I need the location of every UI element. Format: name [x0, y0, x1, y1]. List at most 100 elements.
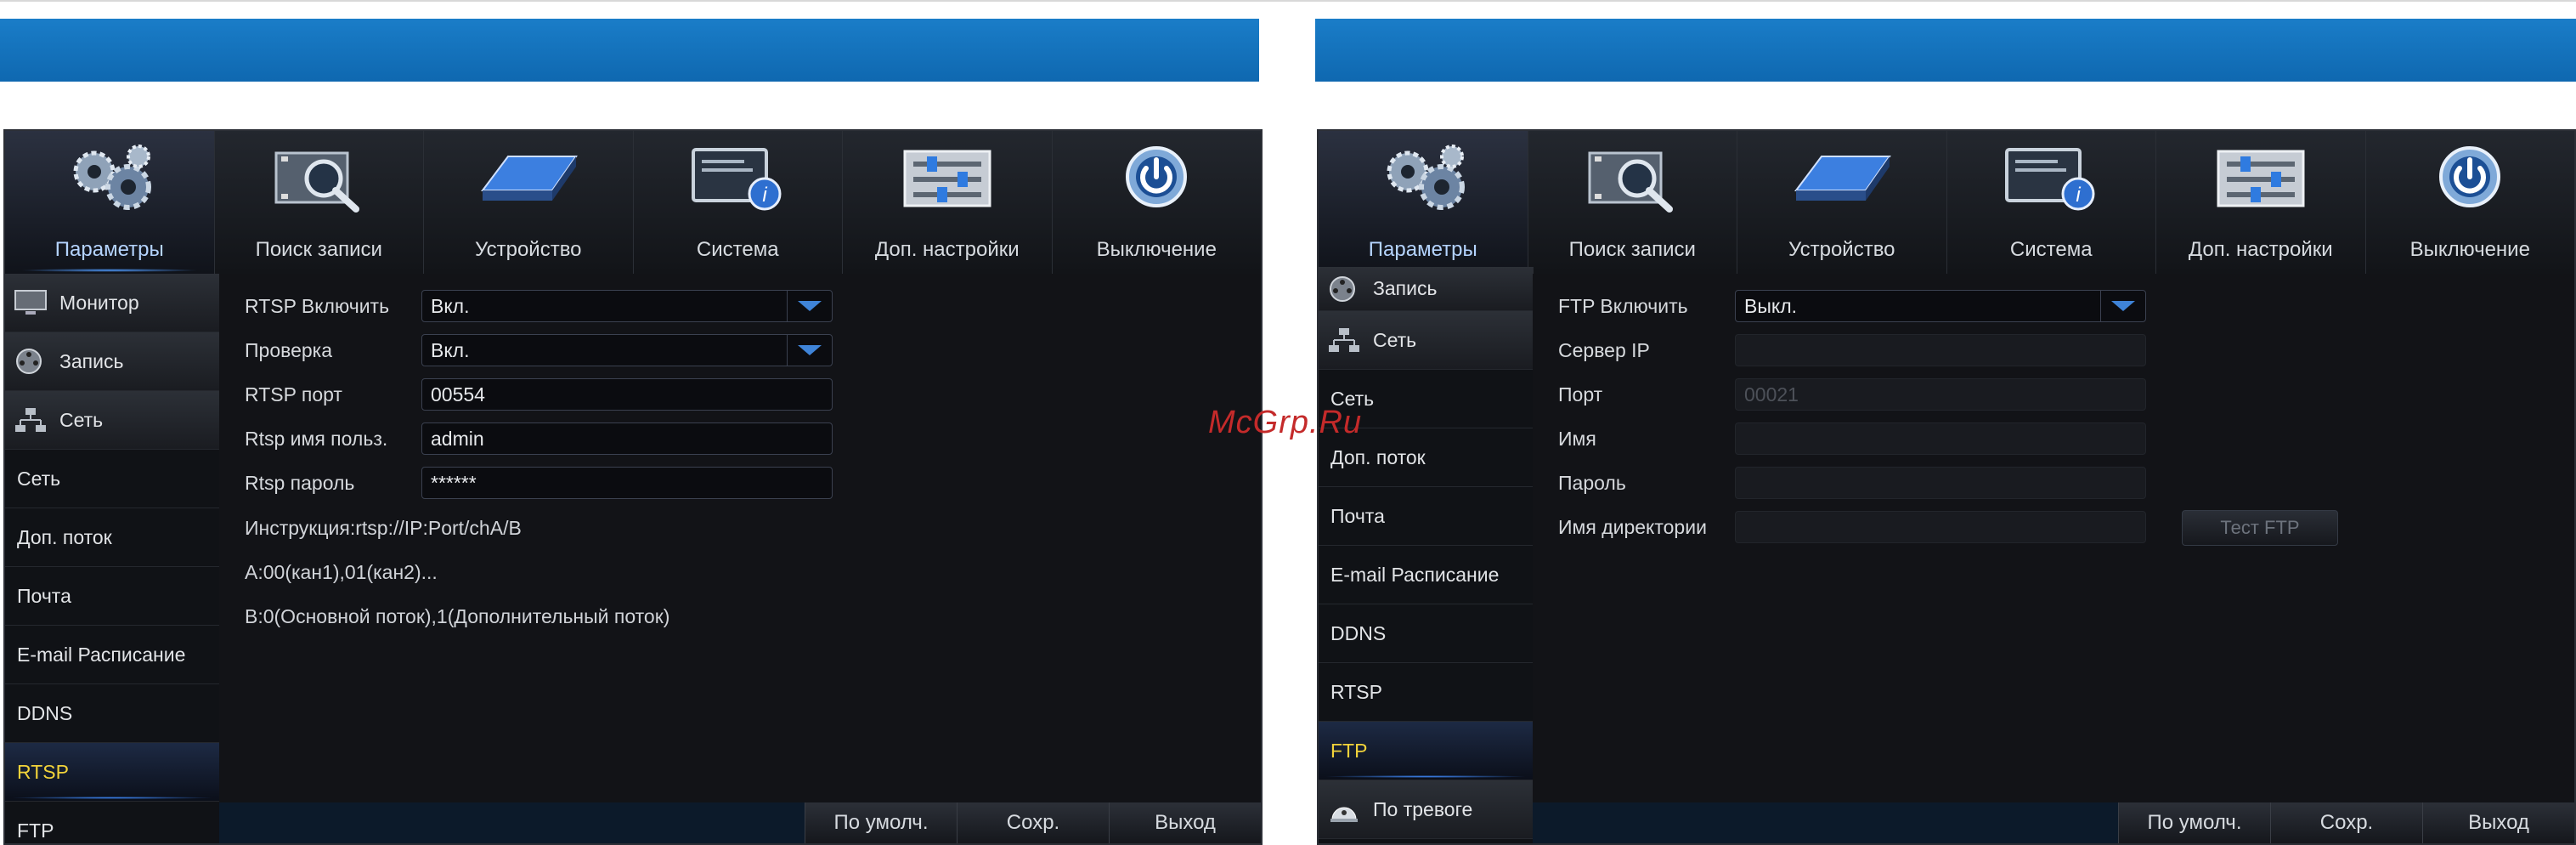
sidebar-item-ddns[interactable]: DDNS	[1319, 604, 1533, 663]
exit-button[interactable]: Выход	[2422, 802, 2574, 843]
ftp-password-field[interactable]	[1735, 467, 2146, 499]
exit-button[interactable]: Выход	[1109, 802, 1261, 843]
network-icon	[1329, 328, 1359, 352]
rtsp-port-row: RTSP порт 00554	[245, 377, 833, 411]
action-bar: По умолч. Сохр. Выход	[2118, 802, 2574, 843]
sidebar-item-ftp[interactable]: FTP	[1319, 722, 1533, 780]
tab-parameters[interactable]: Параметры	[5, 131, 215, 274]
power-icon	[2439, 146, 2501, 207]
sidebar-item-ddns[interactable]: DDNS	[5, 684, 219, 743]
sliders-icon	[2217, 150, 2305, 207]
tab-label: Доп. настройки	[874, 238, 1020, 261]
sidebar-item-network[interactable]: Сеть	[1319, 311, 1533, 370]
field-label: Сервер IP	[1558, 338, 1650, 361]
ftp-name-field[interactable]	[1735, 422, 2146, 455]
rtsp-password-row: Rtsp пароль ******	[245, 466, 833, 500]
power-icon	[1126, 146, 1188, 207]
check-dropdown[interactable]: Вкл.	[421, 334, 833, 366]
sidebar-item-network[interactable]: Сеть	[5, 391, 219, 450]
field-value: 00021	[1744, 383, 1799, 405]
sidebar-item-ftp[interactable]: FTP	[5, 802, 219, 843]
sidebar-item-net[interactable]: Сеть	[5, 450, 219, 508]
rtsp-user-row: Rtsp имя польз. admin	[245, 422, 833, 456]
alarm-icon	[1330, 807, 1358, 822]
default-button[interactable]: По умолч.	[2118, 802, 2270, 843]
tab-label: Устройство	[474, 238, 582, 261]
tab-advanced[interactable]: Доп. настройки	[843, 131, 1053, 274]
rtsp-settings-panel: RTSP Включить Вкл. Проверка Вкл. RTSP по…	[219, 274, 1261, 843]
sidebar-item-email[interactable]: Почта	[1319, 487, 1533, 546]
tab-shutdown[interactable]: Выключение	[1053, 131, 1262, 274]
svg-text:i: i	[2076, 184, 2082, 207]
sidebar-item-label: Доп. поток	[17, 525, 112, 548]
tab-shutdown[interactable]: Выключение	[2366, 131, 2575, 274]
ftp-enable-dropdown[interactable]: Выкл.	[1735, 290, 2146, 322]
sidebar-item-email-schedule[interactable]: E-mail Расписание	[1319, 546, 1533, 604]
rtsp-stream-text: B:0(Основной поток),1(Дополнительный пот…	[245, 605, 670, 627]
dropdown-value: Вкл.	[431, 294, 470, 317]
chevron-down-icon[interactable]	[787, 291, 832, 321]
header-banner-left	[0, 19, 1259, 82]
field-value: 00554	[431, 383, 485, 405]
sidebar-item-label: Сеть	[17, 467, 61, 490]
gears-icon	[73, 145, 151, 210]
chevron-down-icon[interactable]	[2100, 291, 2145, 321]
sidebar-item-record[interactable]: Запись	[1319, 267, 1533, 311]
save-button[interactable]: Сохр.	[957, 802, 1109, 843]
ftp-port-field[interactable]: 00021	[1735, 378, 2146, 411]
rtsp-password-field[interactable]: ******	[421, 467, 833, 499]
sidebar-item-label: По тревоге	[1373, 797, 1473, 820]
tab-device[interactable]: Устройство	[1737, 131, 1947, 274]
sliders-icon	[903, 150, 991, 207]
test-ftp-button[interactable]: Тест FTP	[2182, 510, 2338, 546]
tab-advanced[interactable]: Доп. настройки	[2156, 131, 2366, 274]
ftp-directory-row: Имя директории	[1558, 510, 2146, 544]
tab-device[interactable]: Устройство	[424, 131, 634, 274]
dvr-screen-rtsp: Параметры Поиск записи Устройство i Сист…	[3, 129, 1263, 845]
rtsp-enable-dropdown[interactable]: Вкл.	[421, 290, 833, 322]
ftp-enable-row: FTP Включить Выкл.	[1558, 289, 2146, 323]
field-label: RTSP Включить	[245, 294, 390, 317]
sidebar-item-label: E-mail Расписание	[1330, 563, 1500, 586]
tab-label: Выключение	[1096, 238, 1217, 261]
sidebar-item-rtsp[interactable]: RTSP	[1319, 663, 1533, 722]
tab-system[interactable]: i Система	[634, 131, 843, 274]
rtsp-instruction-text: Инструкция:rtsp://IP:Port/chA/B	[245, 517, 522, 539]
sidebar: Запись Сеть Сеть Доп. поток Почта E-mail…	[1319, 267, 1534, 843]
ftp-port-row: Порт 00021	[1558, 377, 2146, 411]
ftp-name-row: Имя	[1558, 422, 2146, 456]
rtsp-user-field[interactable]: admin	[421, 422, 833, 455]
ftp-password-row: Пароль	[1558, 466, 2146, 500]
sidebar-item-label: E-mail Расписание	[17, 643, 186, 666]
sidebar-item-label: FTP	[17, 819, 54, 842]
sidebar: Монитор Запись Сеть Сеть Доп. поток Почт…	[5, 274, 220, 843]
tab-parameters[interactable]: Параметры	[1319, 131, 1528, 274]
dropdown-value: Вкл.	[431, 338, 470, 361]
sidebar-item-monitor[interactable]: Монитор	[5, 274, 219, 332]
sidebar-item-substream[interactable]: Доп. поток	[5, 508, 219, 567]
server-ip-field[interactable]	[1735, 334, 2146, 366]
sidebar-item-rtsp[interactable]: RTSP	[5, 743, 219, 802]
field-label: RTSP порт	[245, 383, 342, 405]
tab-label: Поиск записи	[1568, 238, 1696, 261]
save-button[interactable]: Сохр.	[2270, 802, 2422, 843]
sidebar-item-label: RTSP	[1330, 680, 1382, 703]
field-label: Порт	[1558, 383, 1603, 405]
main-menu-bar: Параметры Поиск записи Устройство i Сист…	[5, 131, 1261, 274]
sidebar-item-record[interactable]: Запись	[5, 332, 219, 391]
tab-record-search[interactable]: Поиск записи	[1528, 131, 1737, 274]
tab-record-search[interactable]: Поиск записи	[215, 131, 424, 274]
sidebar-item-label: Почта	[17, 584, 71, 607]
sidebar-item-email[interactable]: Почта	[5, 567, 219, 626]
tab-label: Параметры	[1368, 238, 1477, 261]
tab-label: Выключение	[2409, 238, 2530, 261]
hdd-icon	[1794, 156, 1891, 201]
sidebar-item-alarm[interactable]: По тревоге	[1319, 780, 1533, 839]
chevron-down-icon[interactable]	[787, 335, 832, 366]
default-button[interactable]: По умолч.	[805, 802, 957, 843]
tab-system[interactable]: i Система	[1947, 131, 2156, 274]
ftp-directory-field[interactable]	[1735, 511, 2146, 543]
rtsp-channel-text: A:00(кан1),01(кан2)...	[245, 561, 438, 583]
sidebar-item-email-schedule[interactable]: E-mail Расписание	[5, 626, 219, 684]
rtsp-port-field[interactable]: 00554	[421, 378, 833, 411]
